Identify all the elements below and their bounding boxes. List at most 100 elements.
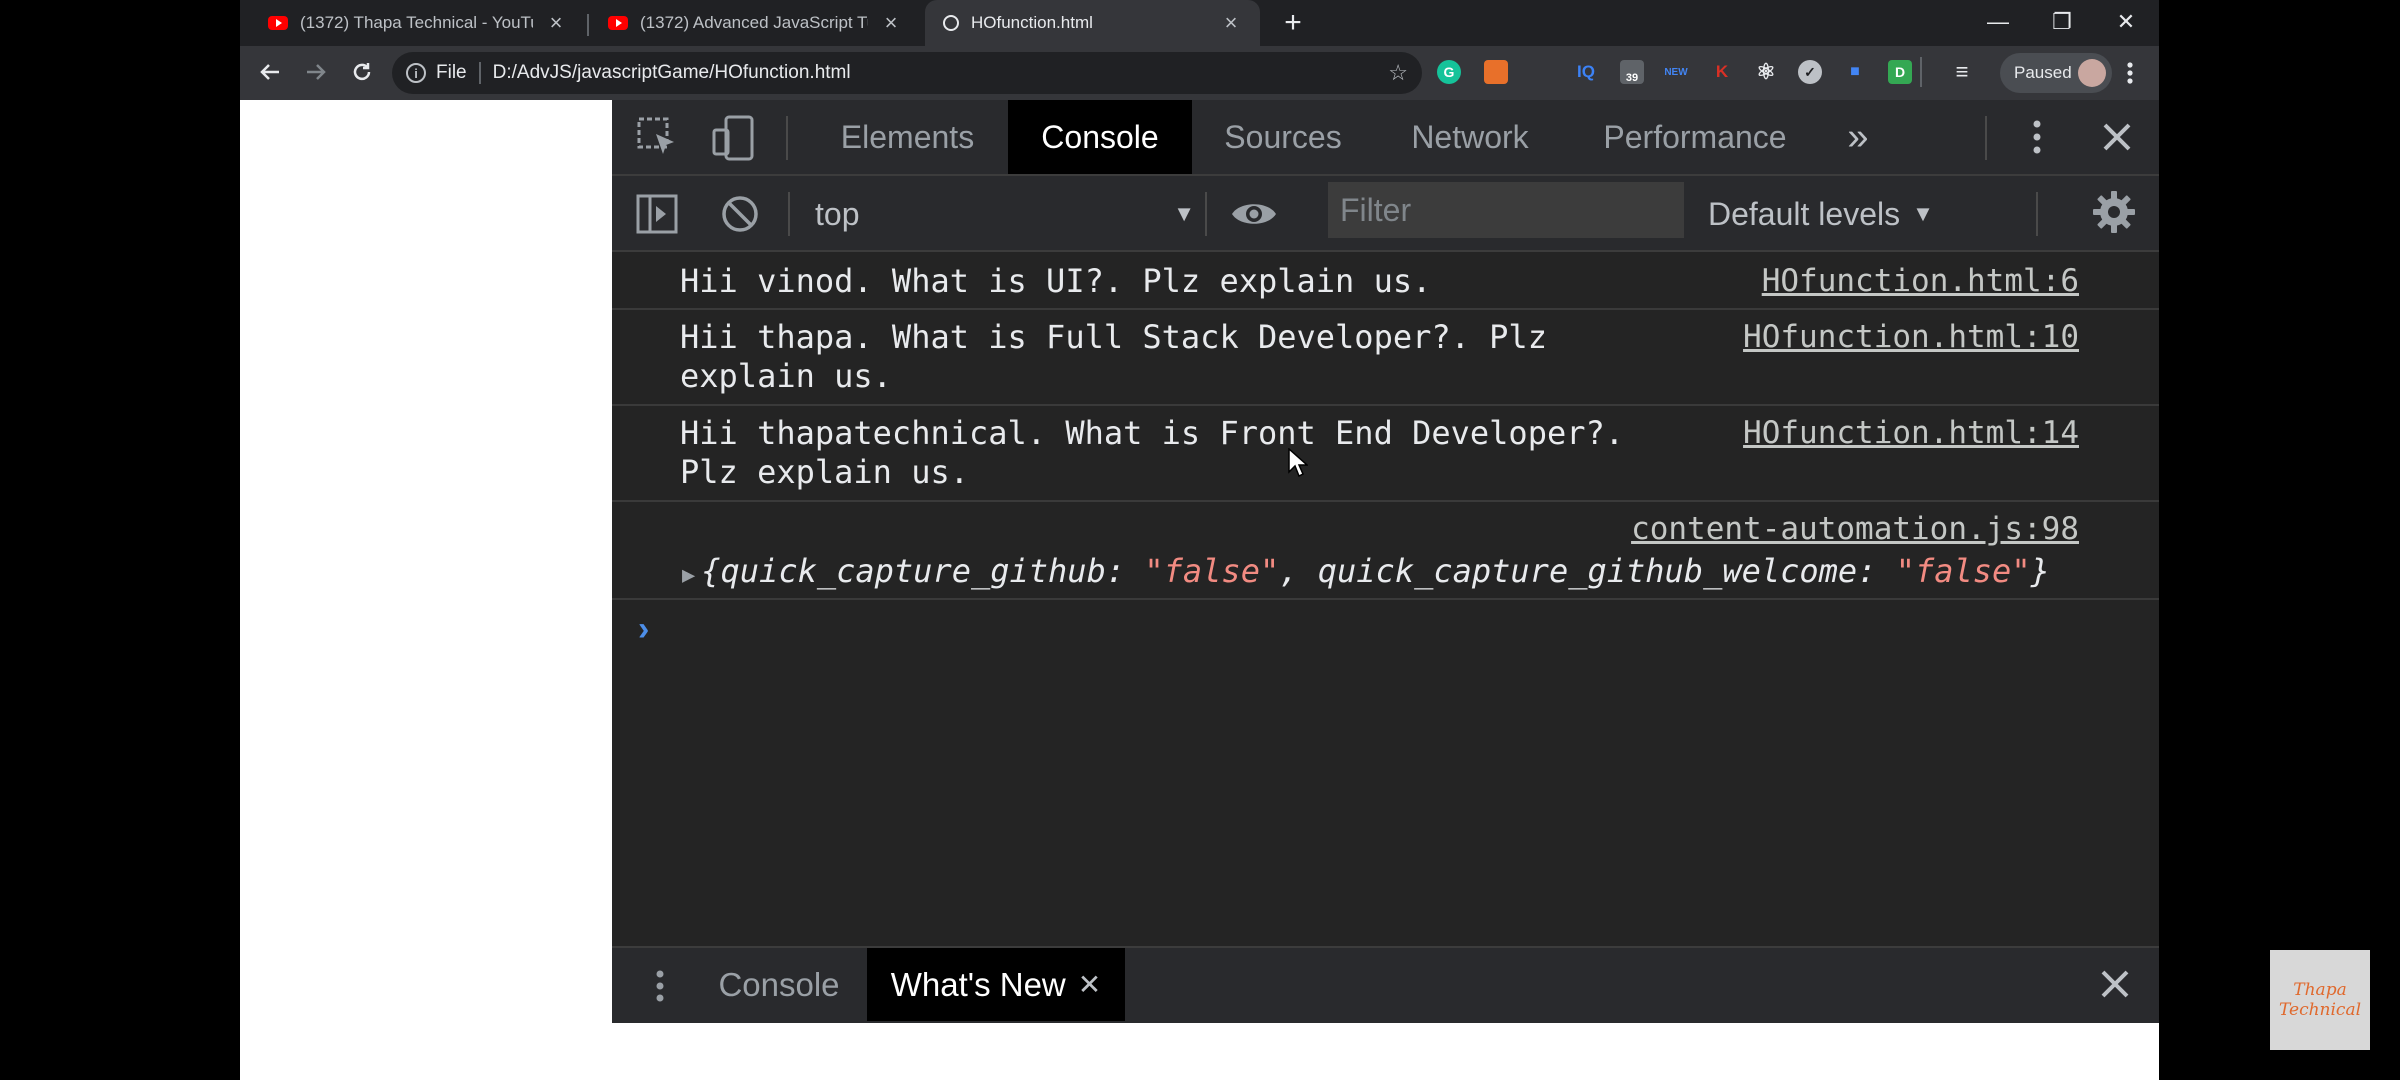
tab-performance[interactable]: Performance [1590,100,1800,174]
scheme-label: File [436,62,467,83]
iq-ext-icon[interactable]: IQ [1574,60,1598,84]
grammarly-icon[interactable]: G [1437,60,1461,84]
tab-close-icon[interactable]: × [545,10,567,36]
console-message: Hii vinod. What is UI?. Plz explain us. … [612,252,2159,310]
tab-console[interactable]: Console [1008,100,1192,174]
tab-youtube-tutorial[interactable]: (1372) Advanced JavaScript Tutorial × [590,0,920,46]
filter-input[interactable]: Filter [1328,182,1684,238]
console-source-link[interactable]: HOfunction.html:6 [1762,263,2079,299]
tab-hofunction[interactable]: HOfunction.html × [925,0,1260,46]
console-source-link[interactable]: HOfunction.html:10 [1743,319,2079,355]
console-message: Hii thapatechnical. What is Front End De… [612,406,2159,502]
square-ext-icon[interactable]: ■ [1843,60,1867,84]
object-key: quick_capture_github_welcome [1317,552,1858,590]
bookmark-ext-icon[interactable] [1484,60,1508,84]
toolbar-separator [788,192,790,236]
tab-title: (1372) Thapa Technical - YouTube [300,13,533,32]
new-tab-button[interactable]: + [1276,6,1310,40]
watermark-line: Thapa [2293,980,2347,1000]
console-message: Hii thapa. What is Full Stack Developer?… [612,310,2159,406]
tab-close-icon[interactable]: × [1220,10,1242,36]
bookmark-star-icon[interactable]: ☆ [1388,60,1408,86]
react-devtools-icon[interactable]: ⚛ [1754,59,1778,84]
close-drawer-icon[interactable] [2099,968,2131,1000]
page-viewport-bottom [612,1023,2159,1080]
k-ext-icon[interactable]: K [1710,60,1734,84]
globe-icon [943,15,959,31]
toolbar-divider [1920,57,1922,87]
reload-icon [353,63,371,81]
toolbar-separator [1205,192,1207,236]
console-source-link[interactable]: HOfunction.html:14 [1743,415,2079,451]
tab-youtube-channel[interactable]: (1372) Thapa Technical - YouTube × [250,0,585,46]
object-value: "false" [1144,552,1280,590]
object-preview[interactable]: ▶ {quick_capture_github: "false", quick_c… [682,552,2050,590]
object-key: quick_capture_github [720,552,1106,590]
log-levels-label: Default levels [1708,195,1901,232]
channel-watermark-logo: Thapa Technical [2270,950,2370,1050]
console-source-link[interactable]: content-automation.js:98 [1631,511,2079,547]
youtube-icon [268,16,288,30]
console-message-text: Hii vinod. What is UI?. Plz explain us. [680,262,1432,300]
minimize-button[interactable]: — [1966,0,2030,44]
drawer-tab-console[interactable]: Console [700,948,858,1021]
mouse-cursor-icon [1288,448,1308,478]
watermark-line: Technical [2278,1000,2362,1020]
drawer-tab-whats-new[interactable]: What's New ✕ [867,948,1125,1021]
drawer-tab-label: What's New [890,965,1066,1003]
address-divider [478,62,481,84]
clear-console-icon[interactable] [720,194,760,234]
console-object-log: content-automation.js:98 ▶ {quick_capture… [612,502,2159,600]
youtube-icon [608,16,628,30]
profile-button[interactable]: Paused [2000,53,2112,93]
profile-status: Paused [2014,63,2072,82]
devtools-menu-icon[interactable] [2024,114,2050,160]
d-ext-icon[interactable]: D [1888,60,1912,84]
close-tab-icon[interactable]: ✕ [1078,968,1101,1001]
close-devtools-icon[interactable] [2100,120,2134,154]
drawer-menu-icon[interactable] [648,966,672,1006]
console-settings-gear-icon[interactable] [2092,190,2136,234]
console-message-text: Hii thapatechnical. What is Front End De… [680,414,1625,491]
toolbar-separator [2036,192,2038,236]
back-arrow-icon [260,64,279,80]
console-message-text: Hii thapa. What is Full Stack Developer?… [680,318,1547,395]
context-value: top [815,195,860,232]
live-expression-eye-icon[interactable] [1230,196,1278,232]
toolbar-separator [786,116,788,160]
more-tabs-chevron-icon[interactable]: » [1836,100,1880,174]
forward-arrow-icon [307,64,326,80]
tab-title: HOfunction.html [971,13,1093,32]
console-input[interactable] [680,604,2130,648]
tab-sources[interactable]: Sources [1203,100,1363,174]
forward-button[interactable] [298,54,334,90]
compass-ext-icon[interactable]: ✓ [1798,60,1822,84]
info-icon[interactable]: i [406,63,426,83]
tab-network[interactable]: Network [1385,100,1555,174]
video-ext-icon[interactable]: 39 [1620,60,1644,84]
avatar [2078,59,2106,87]
new-ext-icon[interactable]: NEW [1664,60,1688,84]
dropdown-caret-icon: ▼ [1912,201,1934,226]
inspect-element-icon[interactable] [636,116,680,160]
toolbar-separator [1985,116,1987,160]
context-selector[interactable]: top ▼ [815,186,1195,242]
url-text[interactable]: D:/AdvJS/javascriptGame/HOfunction.html [493,62,851,84]
reload-button[interactable] [344,54,380,90]
tab-close-icon[interactable]: × [880,10,902,36]
back-button[interactable] [252,54,288,90]
expand-triangle-icon[interactable]: ▶ [682,563,695,588]
dropdown-caret-icon: ▼ [1173,201,1195,226]
browser-menu-icon[interactable] [2118,56,2142,90]
console-prompt-chevron-icon: › [638,610,650,648]
tab-elements[interactable]: Elements [820,100,995,174]
tab-title: (1372) Advanced JavaScript Tutorial [640,13,868,32]
tab-divider [587,14,589,36]
show-sidebar-icon[interactable] [636,194,678,234]
log-levels-dropdown[interactable]: Default levels ▼ [1708,186,1934,242]
reading-list-icon[interactable]: ≡ [1950,59,1974,84]
restore-button[interactable]: ❐ [2030,0,2094,44]
address-bar[interactable]: i File D:/AdvJS/javascriptGame/HOfunctio… [392,52,1422,94]
device-toolbar-icon[interactable] [712,114,756,162]
close-window-button[interactable]: ✕ [2094,0,2158,44]
